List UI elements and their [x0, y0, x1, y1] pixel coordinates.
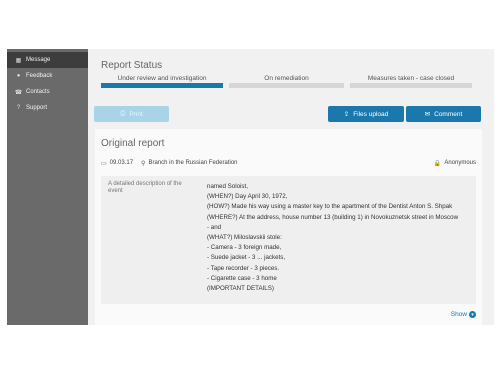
upload-icon: ⇪ — [343, 111, 350, 118]
print-button-label: Print — [129, 110, 143, 118]
detail-label: A detailed description of the event — [108, 181, 182, 194]
chat-icon: ● — [16, 73, 21, 79]
event-description-text: named Soloist, (WHEN?) Day April 30, 197… — [207, 182, 472, 294]
show-label: Show — [450, 311, 467, 318]
files-upload-label: Files upload — [353, 110, 389, 118]
printer-icon: ⎙ — [120, 110, 126, 117]
description-line: - Tape recorder - 3 pieces. — [207, 264, 280, 272]
status-step-label: Measures taken - case closed — [367, 75, 455, 82]
question-icon: ? — [16, 105, 21, 111]
sidebar-item-label: Message — [26, 57, 51, 63]
sidebar: ▦ Message ● Feedback ☎ Contacts ? Suppor… — [7, 49, 88, 325]
original-report-title: Original report — [101, 138, 165, 149]
description-line: - Cigarette case - 3 home — [207, 274, 277, 282]
status-step-bar — [101, 83, 223, 88]
description-line: (WHERE?) At the address, house number 13… — [207, 213, 459, 221]
description-line: (WHAT?) Miloslavskii stole: — [207, 234, 282, 242]
monitor-icon: ▭ — [101, 160, 107, 167]
main-content: Report Status Under review and investiga… — [88, 49, 494, 325]
status-step-bar — [350, 83, 472, 88]
grid-icon: ▦ — [15, 57, 22, 64]
sidebar-item-feedback[interactable]: ● Feedback — [7, 68, 88, 84]
chevron-down-icon: ▾ — [469, 311, 476, 318]
app-window: ▦ Message ● Feedback ☎ Contacts ? Suppor… — [7, 49, 494, 325]
status-step-review: Under review and investigation — [101, 75, 223, 89]
original-report-card: Original report ▭ 09.03.17 ⚲ Branch in t… — [95, 129, 482, 325]
anonymity-label: Anonymous — [444, 160, 476, 166]
comment-label: Comment — [434, 110, 463, 118]
description-line: - Camera - 3 foreign made, — [207, 244, 282, 252]
status-step-label: Under review and investigation — [117, 75, 207, 82]
sidebar-item-label: Feedback — [26, 73, 53, 79]
anonymity-indicator: 🔒 Anonymous — [434, 157, 476, 169]
comment-icon: ✉ — [424, 111, 431, 118]
print-button[interactable]: ⎙ Print — [94, 106, 169, 122]
sidebar-item-message[interactable]: ▦ Message — [7, 52, 88, 68]
phone-icon: ☎ — [14, 89, 23, 96]
description-line: - Suede jacket - 3 ... jackets, — [207, 254, 286, 262]
comment-button[interactable]: ✉ Comment — [406, 106, 481, 122]
description-line: - and — [207, 223, 222, 231]
sidebar-item-support[interactable]: ? Support — [7, 100, 88, 116]
show-link[interactable]: Show ▾ — [451, 311, 476, 318]
status-step-closed: Measures taken - case closed — [350, 75, 472, 89]
status-step-bar — [229, 83, 344, 88]
status-step-label: On remediation — [264, 75, 309, 82]
sidebar-item-label: Contacts — [26, 89, 50, 95]
report-location: Branch in the Russian Federation — [148, 160, 238, 166]
lock-icon: 🔒 — [433, 160, 442, 167]
event-description-panel: A detailed description of the event name… — [101, 176, 476, 304]
description-line: (HOW?) Made his way using a master key t… — [207, 203, 453, 211]
description-line: (WHEN?) Day April 30, 1972, — [207, 193, 288, 201]
description-line: named Soloist, — [207, 183, 248, 190]
report-date: 09.03.17 — [109, 160, 134, 166]
files-upload-button[interactable]: ⇪ Files upload — [328, 106, 404, 122]
sidebar-item-label: Support — [26, 105, 48, 111]
status-step-remediation: On remediation — [229, 75, 344, 89]
sidebar-item-contacts[interactable]: ☎ Contacts — [7, 84, 88, 100]
report-status-title: Report Status — [101, 60, 163, 71]
description-line: (IMPORTANT DETAILS) — [207, 285, 274, 293]
location-pin-icon: ⚲ — [141, 160, 146, 167]
report-meta: ▭ 09.03.17 ⚲ Branch in the Russian Feder… — [101, 157, 476, 169]
